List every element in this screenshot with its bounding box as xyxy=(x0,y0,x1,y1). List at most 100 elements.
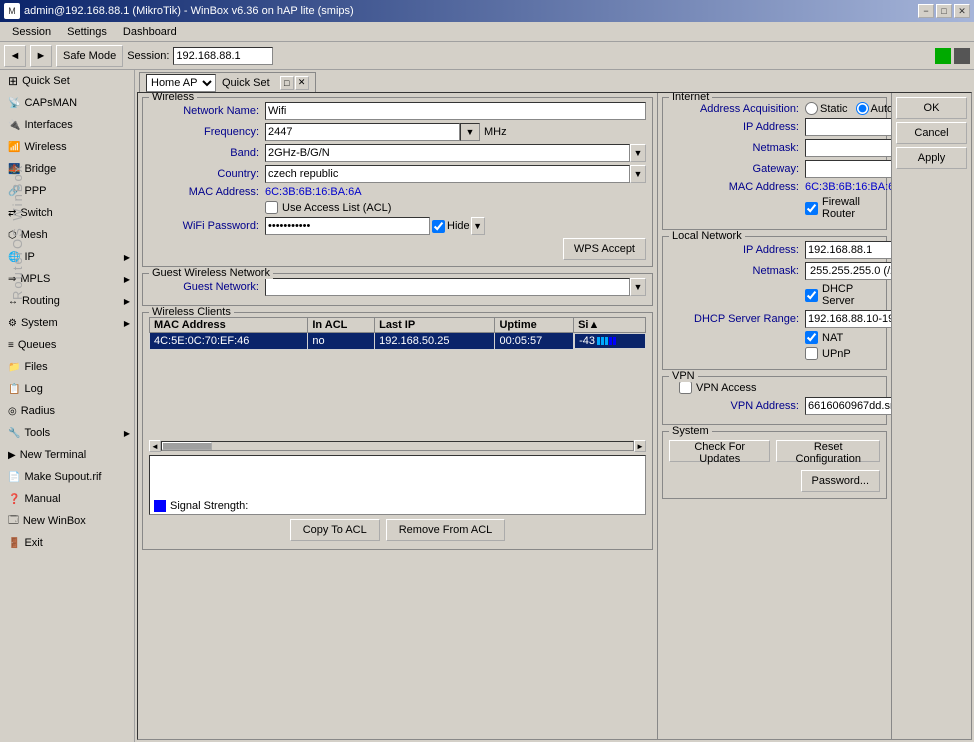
sidebar-item-manual[interactable]: ❓ Manual xyxy=(0,488,134,510)
sidebar-item-new-terminal[interactable]: ▶ New Terminal xyxy=(0,444,134,466)
vpn-access-checkbox[interactable] xyxy=(679,381,692,394)
sidebar-item-routing[interactable]: ↔ Routing ▶ xyxy=(0,290,134,312)
sidebar-item-log[interactable]: 📋 Log xyxy=(0,378,134,400)
sidebar-item-bridge[interactable]: 🌉 Bridge xyxy=(0,158,134,180)
frequency-dropdown[interactable]: ▼ xyxy=(460,123,480,141)
guest-network-input[interactable] xyxy=(265,278,630,296)
chart-color-box xyxy=(154,500,166,512)
sidebar-item-switch[interactable]: ⇄ Switch xyxy=(0,202,134,224)
mac-address-label: MAC Address: xyxy=(149,186,259,198)
upnp-checkbox[interactable] xyxy=(805,347,818,360)
copy-to-acl-button[interactable]: Copy To ACL xyxy=(290,519,380,541)
wps-accept-button[interactable]: WPS Accept xyxy=(563,238,646,260)
sidebar-item-interfaces[interactable]: 🔌 Interfaces xyxy=(0,114,134,136)
back-button[interactable]: ◄ xyxy=(4,45,26,67)
hscroll-left-btn[interactable]: ◄ xyxy=(149,440,161,452)
menu-settings[interactable]: Settings xyxy=(59,24,115,40)
apply-button[interactable]: Apply xyxy=(896,147,967,169)
sidebar-item-tools[interactable]: 🔧 Tools ▶ xyxy=(0,422,134,444)
col-acl[interactable]: In ACL xyxy=(308,318,375,333)
cell-signal: -43 xyxy=(574,333,645,349)
frequency-input[interactable] xyxy=(265,123,460,141)
band-input[interactable] xyxy=(265,144,630,162)
table-row[interactable]: 4C:5E:0C:70:EF:46 no 192.168.50.25 00:05… xyxy=(150,333,646,350)
hide-checkbox[interactable] xyxy=(432,220,445,233)
guest-network-dropdown[interactable]: ▼ xyxy=(630,278,646,296)
wifi-password-input[interactable] xyxy=(265,217,430,235)
band-dropdown[interactable]: ▼ xyxy=(630,144,646,162)
dialog-panel: Wireless Network Name: Frequency: ▼ MHz xyxy=(137,92,972,740)
cancel-button[interactable]: Cancel xyxy=(896,122,967,144)
sidebar-item-wireless[interactable]: 📶 Wireless xyxy=(0,136,134,158)
dhcp-label: DHCP Server xyxy=(822,283,880,307)
col-signal[interactable]: Si▲ xyxy=(574,318,646,333)
gateway-input[interactable] xyxy=(805,160,891,178)
menu-session[interactable]: Session xyxy=(4,24,59,40)
firewall-checkbox[interactable] xyxy=(805,202,818,215)
sidebar-item-exit[interactable]: 🚪 Exit xyxy=(0,532,134,554)
guest-wireless-group: Guest Wireless Network Guest Network: ▼ xyxy=(142,273,653,306)
dhcp-range-label: DHCP Server Range: xyxy=(669,313,799,325)
sidebar-item-quick-set[interactable]: ⊞ Quick Set xyxy=(0,70,134,92)
country-dropdown[interactable]: ▼ xyxy=(630,165,646,183)
hscroll-thumb[interactable] xyxy=(162,442,212,450)
nat-label: NAT xyxy=(822,332,843,344)
forward-button[interactable]: ► xyxy=(30,45,52,67)
sidebar-item-ppp[interactable]: 🔗 PPP xyxy=(0,180,134,202)
dhcp-checkbox[interactable] xyxy=(805,289,818,302)
pwd-expand-btn[interactable]: ▼ xyxy=(471,217,485,235)
toolbar: ◄ ► Safe Mode Session: xyxy=(0,42,974,70)
sidebar-item-new-winbox[interactable]: 🗔 New WinBox xyxy=(0,510,134,532)
network-name-input[interactable] xyxy=(265,102,646,120)
title-text: admin@192.168.88.1 (MikroTik) - WinBox v… xyxy=(24,5,354,17)
inet-netmask-input[interactable] xyxy=(805,139,891,157)
form-left: Wireless Network Name: Frequency: ▼ MHz xyxy=(138,93,658,739)
country-input[interactable] xyxy=(265,165,630,183)
col-ip[interactable]: Last IP xyxy=(375,318,495,333)
reset-config-button[interactable]: Reset Configuration xyxy=(776,440,880,462)
sidebar-item-files[interactable]: 📁 Files xyxy=(0,356,134,378)
hscroll-track[interactable] xyxy=(161,441,634,451)
radio-automatic[interactable] xyxy=(856,102,869,115)
col-uptime[interactable]: Uptime xyxy=(495,318,574,333)
sidebar-item-make-supout[interactable]: 📄 Make Supout.rif xyxy=(0,466,134,488)
form-right: Internet Address Acquisition: Static xyxy=(658,93,891,739)
sidebar-item-queues[interactable]: ≡ Queues xyxy=(0,334,134,356)
sidebar-item-capsman[interactable]: 📡 CAPsMAN xyxy=(0,92,134,114)
session-input[interactable] xyxy=(173,47,273,65)
local-netmask-select[interactable]: 255.255.255.0 (/24) xyxy=(805,262,891,280)
sidebar-item-radius[interactable]: ◎ Radius xyxy=(0,400,134,422)
wireless-group: Wireless Network Name: Frequency: ▼ MHz xyxy=(142,97,653,267)
minimize-button[interactable]: − xyxy=(918,4,934,18)
menu-dashboard[interactable]: Dashboard xyxy=(115,24,185,40)
sidebar-item-mpls[interactable]: ⇒ MPLS ▶ xyxy=(0,268,134,290)
inet-ip-input[interactable] xyxy=(805,118,891,136)
acl-checkbox[interactable] xyxy=(265,201,278,214)
close-button[interactable]: ✕ xyxy=(954,4,970,18)
ok-button[interactable]: OK xyxy=(896,97,967,119)
check-updates-button[interactable]: Check For Updates xyxy=(669,440,770,462)
local-ip-input[interactable] xyxy=(805,241,891,259)
password-button[interactable]: Password... xyxy=(801,470,880,492)
vpn-address-input[interactable] xyxy=(805,397,891,415)
safe-mode-button[interactable]: Safe Mode xyxy=(56,45,123,67)
sidebar-item-system[interactable]: ⚙ System ▶ xyxy=(0,312,134,334)
guest-wireless-label: Guest Wireless Network xyxy=(149,267,273,279)
nat-checkbox[interactable] xyxy=(805,331,818,344)
sidebar-item-ip[interactable]: 🌐 IP ▶ xyxy=(0,246,134,268)
signal-chart: Signal Strength: xyxy=(149,455,646,515)
app-icon: M xyxy=(4,3,20,19)
tab-size-btn[interactable]: □ xyxy=(280,76,294,90)
dhcp-range-input[interactable] xyxy=(805,310,891,328)
remove-from-acl-button[interactable]: Remove From ACL xyxy=(386,519,506,541)
upnp-label: UPnP xyxy=(822,348,851,360)
radio-static[interactable] xyxy=(805,102,818,115)
maximize-button[interactable]: □ xyxy=(936,4,952,18)
col-mac[interactable]: MAC Address xyxy=(150,318,308,333)
sidebar-item-mesh[interactable]: ⬡ Mesh xyxy=(0,224,134,246)
local-network-label: Local Network xyxy=(669,230,745,242)
hscroll-right-btn[interactable]: ► xyxy=(634,440,646,452)
tab-dropdown[interactable]: Home AP xyxy=(146,74,216,92)
tab-quick-set[interactable]: Home AP Quick Set □ ✕ xyxy=(139,72,316,92)
tab-close-btn[interactable]: ✕ xyxy=(295,76,309,90)
